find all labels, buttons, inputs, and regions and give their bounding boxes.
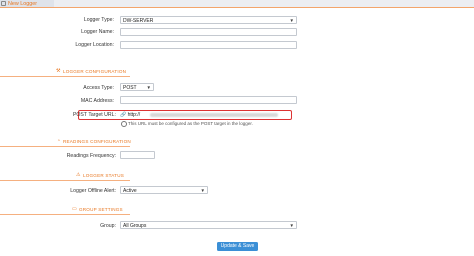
- section-title: GROUP SETTINGS: [79, 206, 123, 212]
- wrench-icon: ⚒: [56, 68, 61, 74]
- logger-type-label: Logger Type:: [83, 17, 114, 23]
- chevron-down-icon: ▼: [289, 18, 294, 24]
- logger-location-label: Logger Location:: [75, 42, 114, 48]
- section-divider: [0, 75, 130, 77]
- logger-type-select[interactable]: DW-SERVER ▼: [120, 16, 297, 24]
- chevron-down-icon: ▼: [289, 223, 294, 229]
- logger-location-input[interactable]: [120, 41, 297, 49]
- offline-alert-label: Logger Offline Alert:: [70, 188, 116, 194]
- status-icon: ⚠: [76, 172, 81, 178]
- section-title: LOGGER STATUS: [83, 172, 124, 178]
- readings-frequency-input[interactable]: [120, 151, 155, 159]
- chevron-down-icon: ▼: [146, 85, 151, 91]
- group-value: All Groups: [123, 223, 147, 229]
- readings-frequency-label: Readings Frequency:: [66, 153, 116, 159]
- readings-configuration-section: ◔ READINGS CONFIGURATION: [0, 137, 474, 147]
- post-url-value: 🔗 http://: [120, 111, 141, 118]
- mac-address-input[interactable]: [120, 96, 297, 104]
- document-icon: [1, 1, 6, 6]
- form-header: New Logger: [0, 0, 474, 7]
- access-type-value: POST: [123, 85, 137, 91]
- offline-alert-select[interactable]: Active ▼: [120, 186, 208, 194]
- logger-configuration-section: ⚒ LOGGER CONFIGURATION: [0, 67, 474, 77]
- group-settings-section: ▭ GROUP SETTINGS: [0, 205, 474, 215]
- section-divider: [0, 179, 130, 181]
- mac-address-label: MAC Address:: [80, 98, 114, 104]
- offline-alert-value: Active: [123, 188, 137, 194]
- chevron-down-icon: ▼: [200, 188, 205, 194]
- group-select[interactable]: All Groups ▼: [120, 221, 297, 229]
- header-divider: [0, 7, 474, 8]
- section-divider: [0, 213, 130, 215]
- link-icon: 🔗: [120, 111, 127, 118]
- logger-name-input[interactable]: [120, 28, 297, 36]
- access-type-select[interactable]: POST ▼: [120, 83, 154, 91]
- post-url-label: POST Target URL:: [72, 112, 116, 118]
- access-type-label: Access Type:: [83, 85, 114, 91]
- post-url-hint: This URL must be configured as the POST …: [121, 121, 253, 127]
- logger-type-value: DW-SERVER: [123, 18, 154, 24]
- update-save-button[interactable]: Update & Save: [217, 242, 258, 251]
- info-icon: [121, 121, 127, 127]
- section-title: READINGS CONFIGURATION: [63, 138, 131, 144]
- logger-status-section: ⚠ LOGGER STATUS: [0, 171, 474, 181]
- section-title: LOGGER CONFIGURATION: [63, 68, 127, 74]
- page-title: New Logger: [8, 0, 38, 7]
- gauge-icon: ◔: [57, 138, 61, 144]
- group-icon: ▭: [72, 206, 77, 212]
- redacted-url: [150, 112, 278, 117]
- logger-name-label: Logger Name:: [81, 29, 114, 35]
- group-label: Group:: [100, 223, 116, 229]
- section-divider: [0, 145, 130, 147]
